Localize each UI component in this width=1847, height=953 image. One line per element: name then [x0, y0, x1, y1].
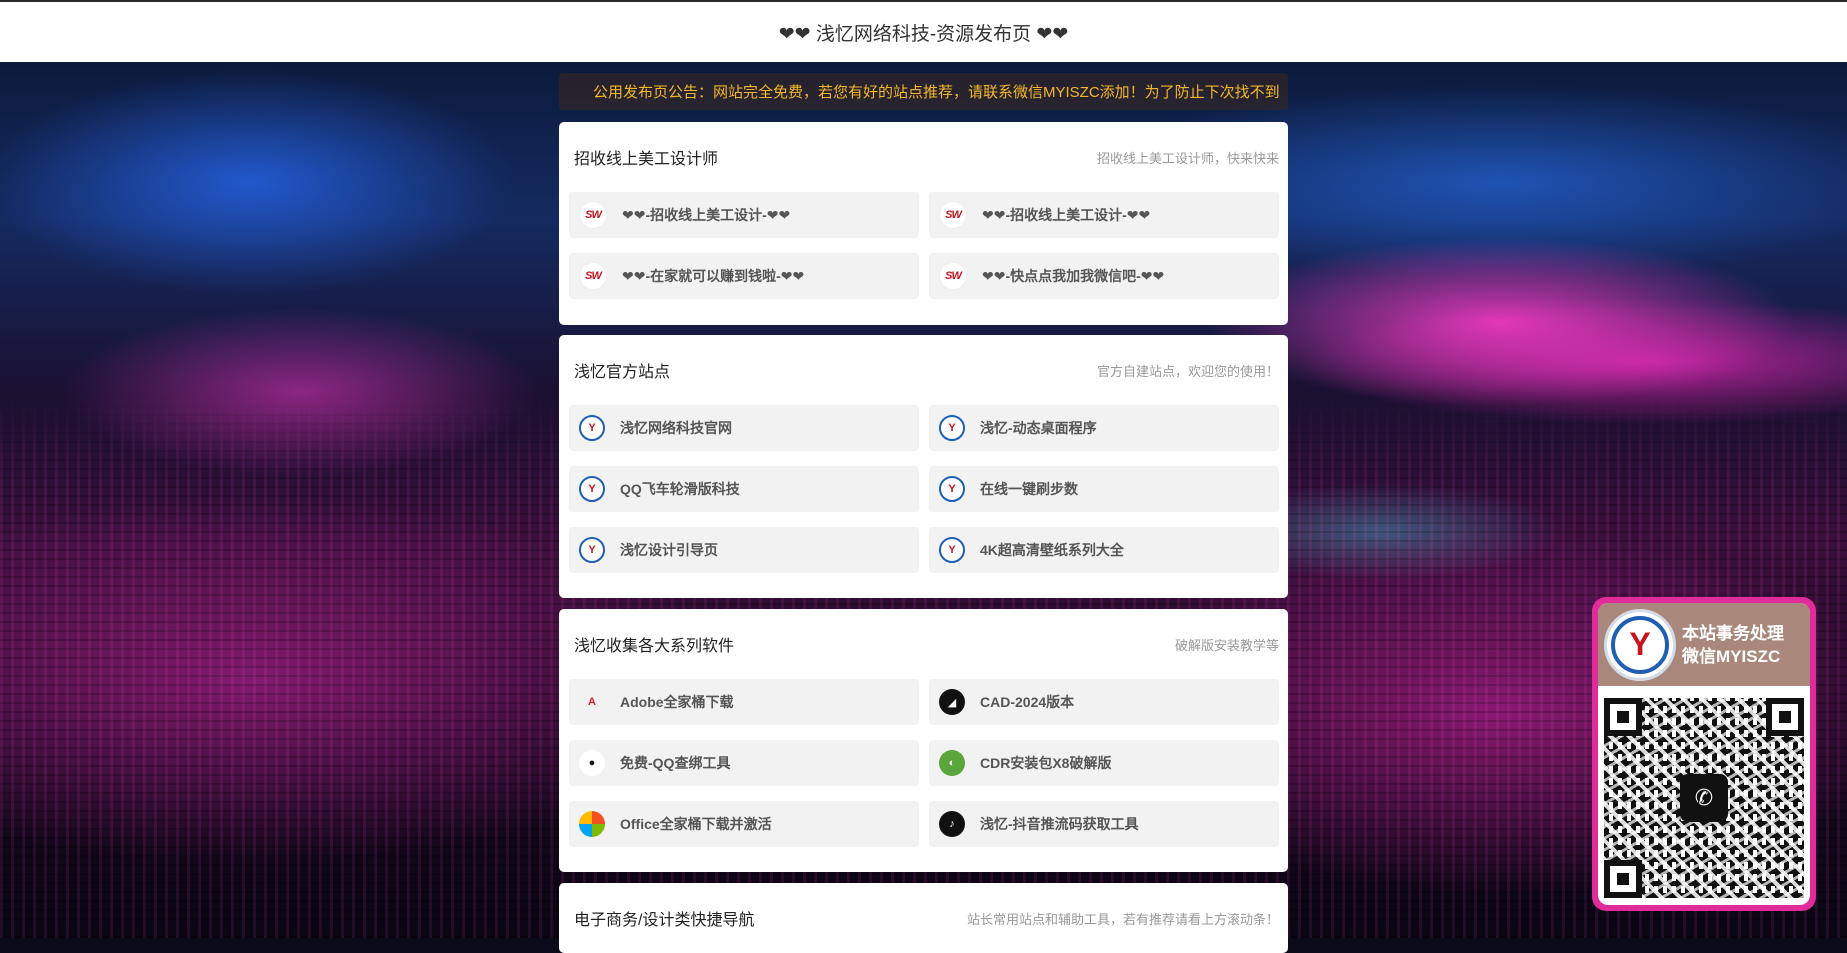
link-label: 免费-QQ查绑工具 [620, 755, 731, 771]
qr-finder-pattern [1604, 860, 1642, 898]
qianyi-logo-icon: Y [939, 415, 965, 441]
link-label: 浅忆-抖音推流码获取工具 [980, 816, 1139, 832]
link-label: 4K超高清壁纸系列大全 [980, 542, 1124, 558]
link-item[interactable]: ◐ CDR安装包X8破解版 [929, 740, 1279, 786]
link-item[interactable]: Y QQ飞车轮滑版科技 [569, 466, 919, 512]
link-label: CAD-2024版本 [980, 694, 1075, 710]
qr-line-2: 微信MYISZC [1682, 646, 1781, 666]
card-recruit-designer: 招收线上美工设计师 招收线上美工设计师，快来快来 SW ❤❤-招收线上美工设计-❤… [559, 122, 1288, 325]
qianyi-logo-icon: Y [579, 476, 605, 502]
link-item[interactable]: Y 浅忆-动态桌面程序 [929, 405, 1279, 451]
sw-logo-icon: SW [579, 201, 607, 229]
link-label: Adobe全家桶下载 [620, 694, 734, 710]
card-title: 招收线上美工设计师 [574, 151, 719, 168]
qianyi-logo-icon: Y [1604, 608, 1676, 681]
link-item[interactable]: SW ❤❤-快点点我加我微信吧-❤❤ [929, 253, 1279, 299]
link-item[interactable]: Y 4K超高清壁纸系列大全 [929, 527, 1279, 573]
cad-icon: ◢ [939, 689, 965, 715]
qianyi-logo-icon: Y [579, 415, 605, 441]
sw-logo-icon: SW [939, 201, 967, 229]
cdr-icon: ◐ [939, 750, 965, 776]
sw-logo-icon: SW [939, 262, 967, 290]
qq-penguin-icon: ● [579, 750, 605, 776]
card-official-sites: 浅忆官方站点 官方自建站点，欢迎您的使用！ Y 浅忆网络科技官网 Y 浅忆-动态桌面… [559, 335, 1288, 598]
page-title: ❤❤ 浅忆网络科技-资源发布页 ❤❤ [778, 23, 1069, 45]
link-label: QQ飞车轮滑版科技 [620, 481, 740, 497]
link-label: Office全家桶下载并激活 [620, 816, 772, 832]
sw-logo-icon: SW [579, 262, 607, 290]
wechat-qr-code: ✆ [1604, 698, 1804, 898]
link-item[interactable]: Office全家桶下载并激活 [569, 801, 919, 847]
link-label: CDR安装包X8破解版 [980, 755, 1112, 771]
card-description: 破解版安装教学等 [1174, 637, 1279, 653]
link-item[interactable]: SW ❤❤-在家就可以赚到钱啦-❤❤ [569, 253, 919, 299]
link-item[interactable]: Y 在线一键刷步数 [929, 466, 1279, 512]
link-label: ❤❤-在家就可以赚到钱啦-❤❤ [622, 268, 805, 284]
link-label: ❤❤-快点点我加我微信吧-❤❤ [982, 268, 1165, 284]
link-item[interactable]: Y 浅忆设计引导页 [569, 527, 919, 573]
card-description: 官方自建站点，欢迎您的使用！ [1096, 363, 1279, 379]
qianyi-logo-icon: Y [939, 537, 965, 563]
qianyi-logo-icon: Y [579, 537, 605, 563]
link-item[interactable]: ● 免费-QQ查绑工具 [569, 740, 919, 786]
announcement-text: 公用发布页公告：网站完全免费，若您有好的站点推荐，请联系微信MYISZC添加！为… [593, 84, 1280, 101]
site-header: ❤❤ 浅忆网络科技-资源发布页 ❤❤ [0, 2, 1847, 62]
adobe-icon: A [588, 696, 596, 708]
qr-finder-pattern [1604, 698, 1642, 736]
link-item[interactable]: A Adobe全家桶下载 [569, 679, 919, 725]
link-item[interactable]: ◢ CAD-2024版本 [929, 679, 1279, 725]
wechat-qr-widget: Y 本站事务处理 微信MYISZC ✆ [1592, 597, 1816, 911]
qianyi-logo-icon: Y [939, 476, 965, 502]
link-item[interactable]: SW ❤❤-招收线上美工设计-❤❤ [569, 192, 919, 238]
card-description: 站长常用站点和辅助工具，若有推荐请看上方滚动条！ [966, 911, 1279, 927]
card-description: 招收线上美工设计师，快来快来 [1096, 150, 1279, 166]
card-title: 电子商务/设计类快捷导航 [574, 912, 755, 929]
wechat-icon: ✆ [1680, 774, 1728, 822]
link-label: ❤❤-招收线上美工设计-❤❤ [622, 207, 791, 223]
announcement-marquee: 公用发布页公告：网站完全免费，若您有好的站点推荐，请联系微信MYISZC添加！为… [559, 73, 1288, 110]
office-icon [579, 811, 605, 837]
link-label: 浅忆网络科技官网 [620, 420, 732, 436]
link-label: 浅忆设计引导页 [620, 542, 718, 558]
card-title: 浅忆官方站点 [574, 364, 671, 381]
douyin-icon: ♪ [939, 811, 965, 837]
card-software-collection: 浅忆收集各大系列软件 破解版安装教学等 A Adobe全家桶下载 ◢ CAD-202… [559, 609, 1288, 872]
qr-line-1: 本站事务处理 [1682, 623, 1784, 643]
link-item[interactable]: SW ❤❤-招收线上美工设计-❤❤ [929, 192, 1279, 238]
link-item[interactable]: ♪ 浅忆-抖音推流码获取工具 [929, 801, 1279, 847]
link-label: ❤❤-招收线上美工设计-❤❤ [982, 207, 1151, 223]
link-label: 在线一键刷步数 [980, 481, 1078, 497]
link-item[interactable]: Y 浅忆网络科技官网 [569, 405, 919, 451]
card-title: 浅忆收集各大系列软件 [574, 638, 735, 655]
link-label: 浅忆-动态桌面程序 [980, 420, 1097, 436]
qr-finder-pattern [1766, 698, 1804, 736]
card-ecommerce-nav: 电子商务/设计类快捷导航 站长常用站点和辅助工具，若有推荐请看上方滚动条！ [559, 883, 1288, 953]
